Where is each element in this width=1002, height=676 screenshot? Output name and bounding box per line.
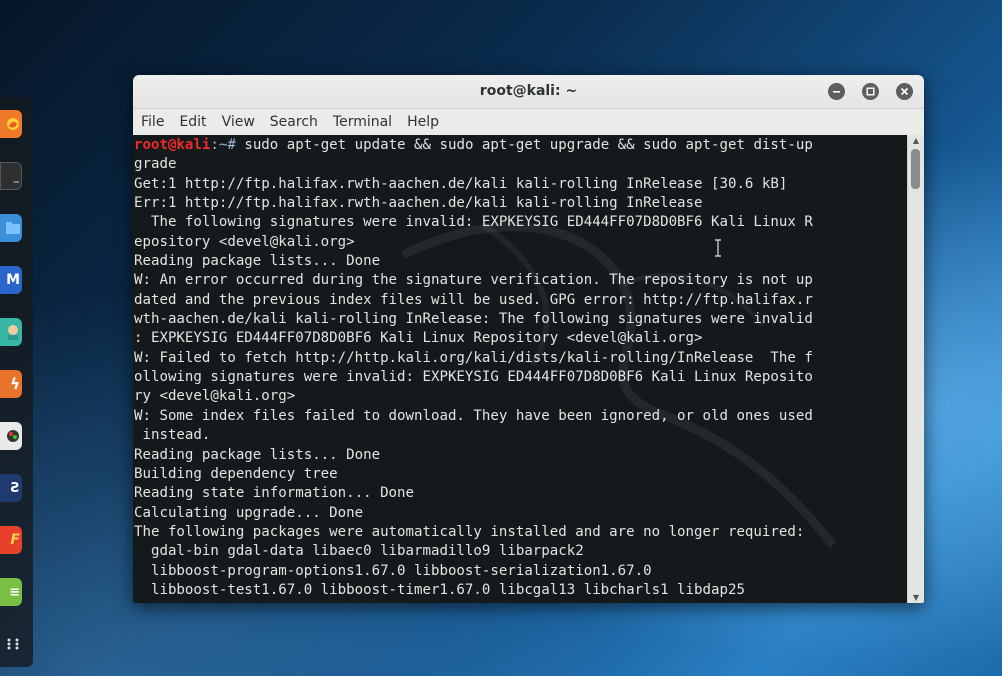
output-line: The following packages were automaticall… bbox=[134, 523, 805, 540]
scrollbar[interactable]: ▲ ▼ bbox=[907, 135, 924, 603]
output-line: ry <devel@kali.org> bbox=[134, 388, 296, 405]
dock: _ M ϟ Ƨ F ≡ bbox=[0, 97, 33, 667]
menu-terminal[interactable]: Terminal bbox=[332, 114, 400, 130]
faraday-icon[interactable]: F bbox=[0, 526, 22, 554]
menu-bar: File Edit View Search Terminal Help bbox=[133, 109, 924, 136]
menu-view[interactable]: View bbox=[221, 114, 263, 130]
output-line: W: An error occurred during the signatur… bbox=[134, 272, 813, 289]
output-line: libboost-test1.67.0 libboost-timer1.67.0… bbox=[134, 581, 745, 598]
output-line: instead. bbox=[134, 427, 211, 444]
output-line: W: Some index files failed to download. … bbox=[134, 407, 813, 424]
menu-edit[interactable]: Edit bbox=[178, 114, 214, 130]
show-apps-icon[interactable] bbox=[0, 630, 22, 658]
output-line: Reading package lists... Done bbox=[134, 446, 381, 463]
menu-file[interactable]: File bbox=[140, 114, 172, 130]
metasploit-icon[interactable]: M bbox=[0, 266, 22, 294]
output-line: The following signatures were invalid: E… bbox=[134, 214, 813, 231]
scroll-up-icon[interactable]: ▲ bbox=[908, 136, 924, 145]
minimize-button[interactable] bbox=[828, 83, 845, 100]
output-line: : EXPKEYSIG ED444FF07D8D0BF6 Kali Linux … bbox=[134, 330, 703, 347]
output-line: dated and the previous index files will … bbox=[134, 291, 813, 308]
window-title: root@kali: ~ bbox=[479, 83, 578, 99]
prompt-path: :~# bbox=[210, 137, 236, 153]
burpsuite-icon[interactable]: ϟ bbox=[0, 370, 22, 398]
output-line: epository <devel@kali.org> bbox=[134, 233, 355, 250]
close-button[interactable] bbox=[896, 83, 913, 100]
terminal-icon[interactable]: _ bbox=[0, 162, 22, 190]
output-line: ollowing signatures were invalid: EXPKEY… bbox=[134, 369, 813, 386]
terminal-window: root@kali: ~ File Edit View Search Termi… bbox=[133, 75, 924, 603]
text-cursor-icon bbox=[715, 239, 721, 257]
output-line: Reading state information... Done bbox=[134, 485, 415, 502]
menu-help[interactable]: Help bbox=[406, 114, 447, 130]
files-icon[interactable] bbox=[0, 214, 22, 242]
beef-icon[interactable]: Ƨ bbox=[0, 474, 22, 502]
armitage-icon[interactable] bbox=[0, 318, 22, 346]
title-bar[interactable]: root@kali: ~ bbox=[133, 75, 924, 109]
scroll-thumb[interactable] bbox=[911, 149, 920, 189]
output-line: gdal-bin gdal-data libaec0 libarmadillo9… bbox=[134, 543, 584, 560]
maltego-icon[interactable] bbox=[0, 422, 22, 450]
output-lines: grade Get:1 http://ftp.halifax.rwth-aach… bbox=[134, 156, 813, 598]
output-line: Building dependency tree bbox=[134, 465, 338, 482]
output-line: wth-aachen.de/kali kali-rolling InReleas… bbox=[134, 311, 813, 328]
output-line: Reading package lists... Done bbox=[134, 253, 381, 270]
output-line: Calculating upgrade... Done bbox=[134, 504, 364, 521]
terminal-output[interactable]: root@kali:~# sudo apt-get update && sudo… bbox=[133, 135, 908, 603]
menu-search[interactable]: Search bbox=[269, 114, 326, 130]
output-line: libboost-program-options1.67.0 libboost-… bbox=[134, 562, 652, 579]
output-line: grade bbox=[134, 156, 177, 173]
prompt-user: root@kali bbox=[134, 137, 211, 153]
output-line: W: Failed to fetch http://http.kali.org/… bbox=[134, 349, 813, 366]
command-line: sudo apt-get update && sudo apt-get upgr… bbox=[235, 137, 813, 153]
leafpad-icon[interactable]: ≡ bbox=[0, 578, 22, 606]
output-line: Err:1 http://ftp.halifax.rwth-aachen.de/… bbox=[134, 195, 703, 212]
firefox-icon[interactable] bbox=[0, 110, 22, 138]
scroll-down-icon[interactable]: ▼ bbox=[908, 593, 924, 602]
terminal-text: root@kali:~# sudo apt-get update && sudo… bbox=[133, 135, 908, 600]
output-line: Get:1 http://ftp.halifax.rwth-aachen.de/… bbox=[134, 175, 788, 192]
maximize-button[interactable] bbox=[862, 83, 879, 100]
